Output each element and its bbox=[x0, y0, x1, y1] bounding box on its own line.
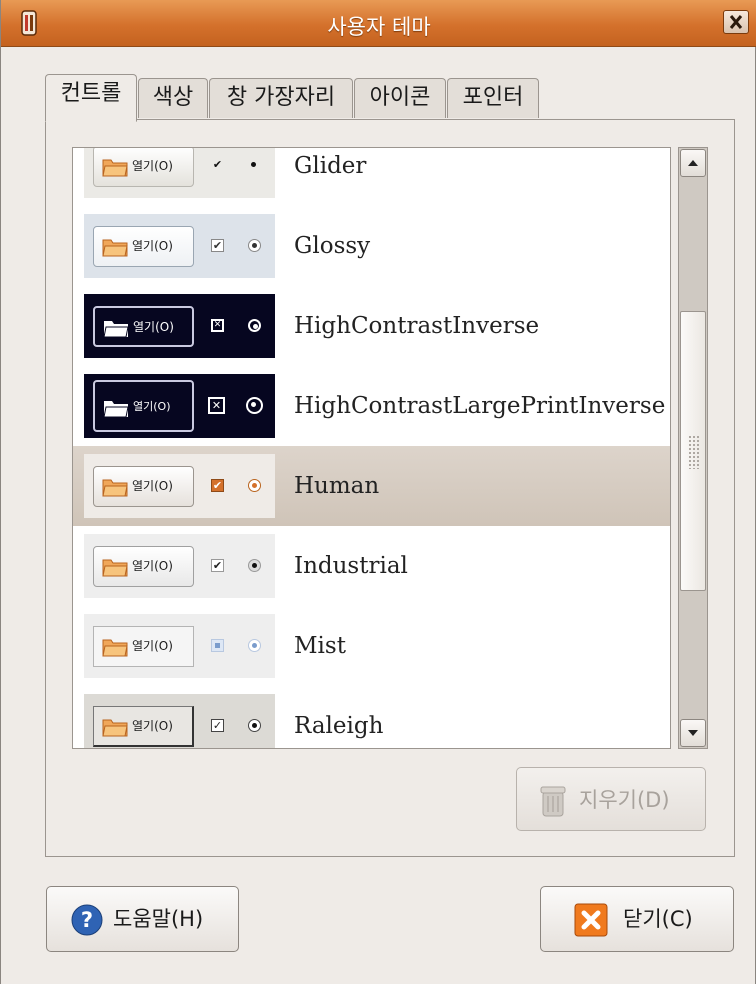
theme-preview: 열기(O) ✕ bbox=[84, 374, 275, 438]
preview-open-button: 열기(O) bbox=[93, 466, 194, 507]
theme-row-glossy[interactable]: 열기(O) ✔ Glossy bbox=[73, 206, 670, 286]
folder-icon bbox=[102, 239, 128, 257]
preview-open-button: 열기(O) bbox=[93, 148, 194, 187]
close-icon bbox=[574, 903, 608, 937]
theme-preview: 열기(O) ✓ bbox=[84, 694, 275, 748]
preview-open-button: 열기(O) bbox=[93, 546, 194, 587]
theme-preview: 열기(O) ✔ bbox=[84, 454, 275, 518]
theme-preview: 열기(O) ✔ bbox=[84, 148, 275, 198]
radio-sample bbox=[248, 719, 261, 732]
folder-icon bbox=[102, 159, 128, 177]
checkbox-sample bbox=[211, 639, 224, 652]
radio-sample bbox=[246, 397, 263, 414]
theme-row-industrial[interactable]: 열기(O) ✔ Industrial bbox=[73, 526, 670, 606]
theme-list[interactable]: 열기(O) ✔ Glider 열기(O) ✔ Glossy 열기(O) ✕ Hi… bbox=[72, 147, 671, 749]
preview-open-button: 열기(O) bbox=[93, 306, 194, 347]
theme-name: HighContrastLargePrintInverse bbox=[294, 393, 666, 419]
tab-icons[interactable]: 아이콘 bbox=[354, 78, 446, 118]
grip-icon bbox=[688, 435, 700, 469]
folder-icon bbox=[102, 719, 128, 737]
checkbox-sample: ✕ bbox=[208, 397, 225, 414]
checkbox-sample: ✔ bbox=[211, 479, 224, 492]
preview-open-button: 열기(O) bbox=[93, 706, 194, 747]
checkbox-sample: ✔ bbox=[211, 239, 224, 252]
tab-controls[interactable]: 컨트롤 bbox=[45, 74, 137, 122]
help-icon: ? bbox=[71, 904, 103, 936]
theme-name: Raleigh bbox=[294, 713, 384, 739]
window-close-button[interactable] bbox=[723, 10, 749, 34]
radio-sample bbox=[248, 319, 261, 332]
radio-sample bbox=[248, 239, 261, 252]
folder-icon bbox=[103, 321, 129, 338]
radio-sample bbox=[248, 639, 261, 652]
svg-text:?: ? bbox=[81, 908, 93, 932]
title-bar[interactable]: 사용자 테마 bbox=[1, 0, 756, 47]
tab-window-border[interactable]: 창 가장자리 bbox=[209, 78, 353, 118]
folder-icon bbox=[102, 639, 128, 657]
theme-name: Glider bbox=[294, 153, 367, 179]
theme-preview: 열기(O) ✔ bbox=[84, 214, 275, 278]
window-title: 사용자 테마 bbox=[327, 15, 431, 39]
trash-icon bbox=[540, 786, 566, 817]
theme-list-scrollbar[interactable] bbox=[678, 147, 708, 749]
theme-preview: 열기(O) ✔ bbox=[84, 534, 275, 598]
checkbox-sample: ✓ bbox=[211, 719, 224, 732]
theme-row-human[interactable]: 열기(O) ✔ Human bbox=[73, 446, 670, 526]
radio-sample bbox=[248, 479, 261, 492]
tab-pointer[interactable]: 포인터 bbox=[447, 78, 539, 118]
preview-open-button: 열기(O) bbox=[93, 226, 194, 267]
theme-dialog: 사용자 테마 컨트롤 색상 창 가장자리 아이콘 포인터 열기(O) ✔ Gli… bbox=[0, 0, 756, 984]
theme-row-highcontrastinverse[interactable]: 열기(O) ✕ HighContrastInverse bbox=[73, 286, 670, 366]
folder-icon bbox=[102, 559, 128, 577]
theme-name: Industrial bbox=[294, 553, 408, 579]
scroll-thumb[interactable] bbox=[680, 311, 706, 591]
scroll-down-button[interactable] bbox=[680, 719, 706, 747]
theme-preview: 열기(O) ✕ bbox=[84, 294, 275, 358]
close-icon bbox=[729, 15, 743, 29]
folder-icon bbox=[103, 401, 129, 418]
checkbox-sample: ✕ bbox=[211, 319, 224, 332]
close-button[interactable]: 닫기(C) bbox=[540, 886, 734, 952]
theme-preview: 열기(O) bbox=[84, 614, 275, 678]
theme-name: Mist bbox=[294, 633, 346, 659]
folder-icon bbox=[102, 479, 128, 497]
theme-row-raleigh[interactable]: 열기(O) ✓ Raleigh bbox=[73, 686, 670, 748]
close-button-label: 닫기(C) bbox=[623, 907, 693, 931]
delete-button-label: 지우기(D) bbox=[579, 788, 670, 812]
arrow-up-icon bbox=[688, 160, 698, 166]
delete-theme-button[interactable]: 지우기(D) bbox=[516, 767, 706, 831]
tab-colors[interactable]: 색상 bbox=[138, 78, 208, 118]
checkbox-sample: ✔ bbox=[211, 559, 224, 572]
theme-row-highcontrastlargeprintinverse[interactable]: 열기(O) ✕ HighContrastLargePrintInverse bbox=[73, 366, 670, 446]
theme-row-mist[interactable]: 열기(O) Mist bbox=[73, 606, 670, 686]
arrow-down-icon bbox=[688, 730, 698, 736]
checkbox-sample: ✔ bbox=[212, 158, 223, 171]
theme-name: Human bbox=[294, 473, 380, 499]
theme-row-glider[interactable]: 열기(O) ✔ Glider bbox=[73, 148, 670, 206]
scroll-up-button[interactable] bbox=[680, 149, 706, 177]
theme-name: HighContrastInverse bbox=[294, 313, 540, 339]
theme-name: Glossy bbox=[294, 233, 371, 259]
preview-open-button: 열기(O) bbox=[93, 380, 194, 432]
help-button[interactable]: ? 도움말(H) bbox=[46, 886, 239, 952]
radio-sample bbox=[248, 159, 261, 172]
help-button-label: 도움말(H) bbox=[113, 907, 204, 931]
preview-open-button: 열기(O) bbox=[93, 626, 194, 667]
radio-sample bbox=[248, 559, 261, 572]
